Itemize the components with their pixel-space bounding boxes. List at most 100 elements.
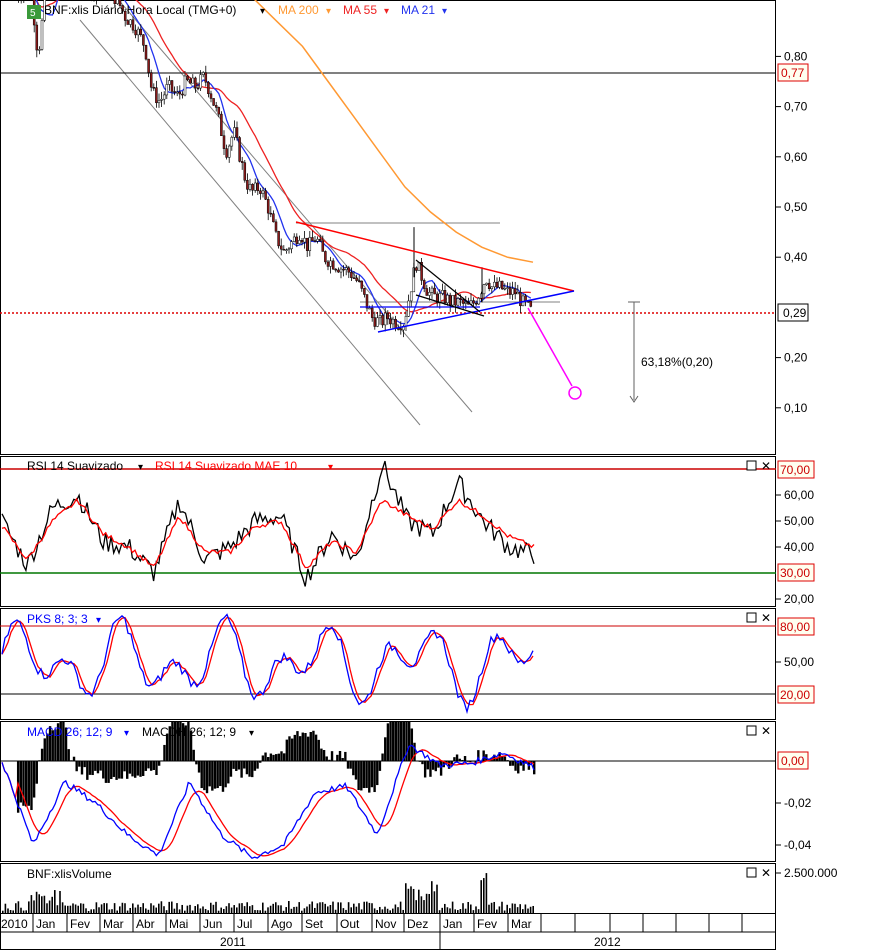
candle-body[interactable] [287, 248, 291, 251]
candle-body[interactable] [303, 237, 306, 243]
candle-body[interactable] [238, 137, 241, 162]
candle-body[interactable] [383, 312, 387, 326]
candle-body[interactable] [430, 287, 434, 293]
candle-body[interactable] [35, 24, 39, 51]
rsi-title-dropdown-icon[interactable]: ▾ [138, 462, 143, 473]
candle-body[interactable] [347, 267, 351, 273]
candle-body[interactable] [506, 287, 509, 289]
rsi-close-icon[interactable]: ✕ [761, 459, 771, 473]
macd-title-dropdown-icon[interactable]: ▾ [124, 728, 129, 739]
volume-maximize-icon[interactable] [746, 867, 757, 878]
candle-body[interactable] [295, 236, 299, 244]
candle-body[interactable] [305, 237, 309, 251]
legend-ma21-dropdown-icon[interactable]: ▾ [442, 6, 447, 17]
candle-body[interactable] [233, 127, 236, 138]
candle-body[interactable] [147, 58, 150, 73]
candle-body[interactable] [220, 113, 223, 136]
rsi-signal-dropdown-icon[interactable]: ▾ [328, 462, 333, 473]
candle-body[interactable] [311, 237, 314, 241]
candle-body[interactable] [511, 288, 514, 295]
price-panel-title[interactable]: BNF:xlis Diário Hora Local (TMG+0) [44, 3, 236, 17]
candle-body[interactable] [508, 287, 512, 295]
volume-panel[interactable] [0, 863, 776, 914]
candle-body[interactable] [217, 107, 221, 115]
candle-body[interactable] [149, 72, 153, 88]
candle-body[interactable] [378, 315, 382, 319]
candle-body[interactable] [461, 299, 465, 304]
candle-body[interactable] [243, 162, 247, 181]
candle-body[interactable] [487, 282, 491, 289]
pks-maximize-icon[interactable] [746, 612, 757, 623]
candle-body[interactable] [519, 292, 522, 307]
pks-title-dropdown-icon[interactable]: ▾ [96, 615, 101, 626]
candle-body[interactable] [324, 251, 327, 263]
legend-ma200[interactable]: MA 200 [278, 3, 319, 17]
legend-ma55-dropdown-icon[interactable]: ▾ [384, 6, 389, 17]
candle-body[interactable] [225, 148, 228, 158]
candle-body[interactable] [370, 307, 374, 318]
candle-body[interactable] [186, 75, 189, 80]
candle-body[interactable] [503, 288, 507, 290]
candle-body[interactable] [495, 281, 499, 288]
legend-ma55[interactable]: MA 55 [343, 3, 377, 17]
candle-body[interactable] [404, 316, 408, 327]
macdh-title-dropdown-icon[interactable]: ▾ [249, 728, 254, 739]
candle-body[interactable] [155, 87, 158, 104]
macd-close-icon[interactable]: ✕ [761, 724, 771, 738]
candle-body[interactable] [168, 80, 171, 85]
candle-body[interactable] [360, 280, 364, 289]
candle-body[interactable] [269, 212, 273, 215]
candle-body[interactable] [399, 328, 403, 331]
candle-body[interactable] [477, 297, 481, 305]
candle-body[interactable] [191, 77, 195, 84]
candle-body[interactable] [292, 236, 296, 242]
candle-body[interactable] [500, 280, 504, 290]
candle-body[interactable] [308, 237, 312, 251]
candle-body[interactable] [144, 45, 148, 60]
candle-body[interactable] [474, 302, 478, 305]
candle-body[interactable] [194, 77, 197, 89]
candle-body[interactable] [407, 300, 410, 317]
candle-body[interactable] [134, 29, 137, 36]
candle-body[interactable] [274, 221, 278, 232]
candle-body[interactable] [139, 28, 143, 35]
candle-body[interactable] [456, 298, 460, 306]
macd-maximize-icon[interactable] [746, 725, 757, 736]
candle-body[interactable] [240, 161, 244, 163]
candle-body[interactable] [253, 182, 257, 191]
candle-body[interactable] [282, 248, 286, 251]
candle-body[interactable] [131, 19, 135, 31]
candle-body[interactable] [181, 93, 184, 96]
candle-body[interactable] [251, 183, 254, 191]
candle-body[interactable] [451, 295, 455, 306]
candle-body[interactable] [173, 91, 176, 93]
pks-title[interactable]: PKS 8; 3; 3 [27, 612, 88, 626]
candle-body[interactable] [204, 72, 208, 83]
legend-ma200-dropdown-icon[interactable]: ▾ [326, 6, 331, 17]
price-title-dropdown-icon[interactable]: ▾ [260, 6, 265, 17]
candle-body[interactable] [318, 238, 322, 242]
macd-title[interactable]: MACD 26; 12; 9 [27, 725, 113, 739]
candle-body[interactable] [157, 100, 161, 104]
candle-body[interactable] [376, 317, 379, 327]
candle-body[interactable] [256, 182, 260, 192]
candle-body[interactable] [285, 249, 288, 251]
candle-body[interactable] [196, 87, 200, 90]
candle-body[interactable] [516, 292, 520, 295]
candle-body[interactable] [152, 87, 156, 89]
legend-ma21[interactable]: MA 21 [401, 3, 435, 17]
candle-body[interactable] [409, 291, 413, 302]
candle-body[interactable] [352, 277, 356, 279]
candle-body[interactable] [227, 145, 231, 158]
rsi-title[interactable]: RSI 14 Suavizado [27, 459, 123, 473]
candle-body[interactable] [331, 260, 335, 270]
candle-body[interactable] [464, 302, 468, 304]
candle-body[interactable] [298, 240, 301, 244]
candle-body[interactable] [433, 287, 436, 295]
candle-body[interactable] [248, 183, 252, 190]
candle-body[interactable] [183, 75, 187, 96]
candle-body[interactable] [235, 127, 239, 138]
candle-body[interactable] [38, 49, 41, 51]
candle-body[interactable] [454, 295, 457, 306]
candle-body[interactable] [490, 286, 494, 289]
